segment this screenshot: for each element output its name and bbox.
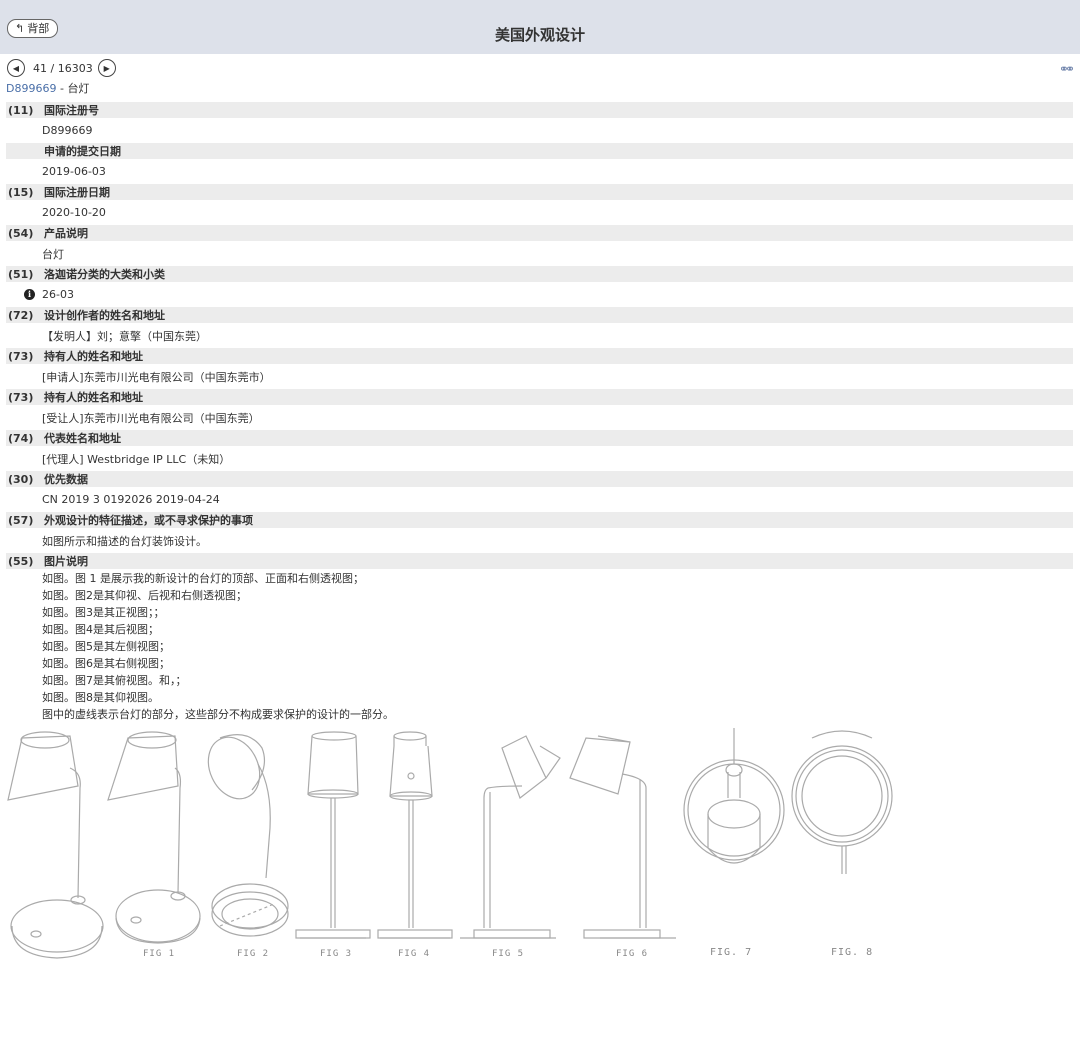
description-line: 如图。图8是其仰视图。 bbox=[42, 691, 159, 704]
image-description-text: 如图。图 1 是展示我的新设计的台灯的顶部、正面和右侧透视图； 如图。图2是其仰… bbox=[6, 569, 1073, 723]
fig1-drawing bbox=[7, 731, 104, 959]
field-designer: (72) 设计创作者的姓名和地址 【发明人】刘；意擎（中国东莞） bbox=[6, 307, 1073, 348]
field-value: 【发明人】刘；意擎（中国东莞） bbox=[42, 329, 207, 343]
description-line: 如图。图4是其后视图； bbox=[42, 623, 159, 636]
fig2-drawing bbox=[107, 731, 201, 944]
description-line: 图中的虚线表示台灯的部分，这些部分不构成要求保护的设计的一部分。 bbox=[42, 708, 394, 721]
fig4-drawing bbox=[295, 731, 371, 939]
fields-list: (11) 国际注册号 D899669 申请的提交日期 2019-06-03 (15… bbox=[6, 102, 1073, 723]
fig7-drawing bbox=[569, 735, 676, 939]
pager-position: 41 / 16303 bbox=[33, 61, 93, 75]
field-label: 外观设计的特征描述，或不寻求保护的事项 bbox=[44, 514, 253, 527]
description-line: 如图。图2是其仰视、后视和右侧透视图； bbox=[42, 589, 247, 602]
design-figures: FIG 1 FIG 2 FIG 3 FIG 4 FIG 5 FIG 6 FIG.… bbox=[0, 728, 900, 963]
fig-label: FIG. 8 bbox=[831, 947, 874, 958]
prev-page-icon: ◀ bbox=[12, 63, 20, 73]
fig3-drawing bbox=[207, 734, 289, 937]
fig8-drawing bbox=[683, 728, 785, 864]
document-subtitle: D899669 - 台灯 bbox=[6, 80, 89, 96]
field-value: [受让人]东莞市川光电有限公司（中国东莞） bbox=[42, 411, 260, 425]
header-bar: ↰ 背部 美国外观设计 bbox=[0, 0, 1080, 54]
field-value: CN 2019 3 0192026 2019-04-24 bbox=[42, 493, 220, 506]
field-priority-data: (30) 优先数据 CN 2019 3 0192026 2019-04-24 bbox=[6, 471, 1073, 512]
description-line: 如图。图7是其俯视图。和，； bbox=[42, 674, 187, 687]
field-image-description: (55) 图片说明 如图。图 1 是展示我的新设计的台灯的顶部、正面和右侧透视图；… bbox=[6, 553, 1073, 723]
pager: ◀ 41 / 16303 ▶ bbox=[7, 58, 116, 78]
field-value: 2019-06-03 bbox=[42, 165, 106, 178]
field-value: 台灯 bbox=[42, 247, 64, 261]
lamp-drawings bbox=[7, 728, 893, 959]
fig8-bottom-drawing bbox=[791, 730, 893, 874]
field-label: 国际注册日期 bbox=[44, 186, 110, 199]
field-value: [申请人]东莞市川光电有限公司（中国东莞市） bbox=[42, 370, 271, 384]
field-locarno-class: (51) 洛迦诺分类的大类和小类 i 26-03 bbox=[6, 266, 1073, 307]
info-icon[interactable]: i bbox=[24, 289, 35, 300]
field-code: (11) bbox=[8, 103, 34, 117]
field-label: 申请的提交日期 bbox=[44, 145, 121, 158]
field-reg-date: (15) 国际注册日期 2020-10-20 bbox=[6, 184, 1073, 225]
fig-label: FIG 4 bbox=[398, 949, 431, 959]
field-value: 26-03 bbox=[42, 288, 74, 301]
field-label: 优先数据 bbox=[44, 473, 88, 486]
field-code: (30) bbox=[8, 472, 34, 486]
field-label: 国际注册号 bbox=[44, 104, 99, 117]
fig-label: FIG 6 bbox=[616, 949, 649, 959]
field-filing-date: 申请的提交日期 2019-06-03 bbox=[6, 143, 1073, 184]
fig-label: FIG. 7 bbox=[710, 947, 753, 958]
link-icon[interactable]: ⚭⚭ bbox=[1059, 62, 1075, 76]
field-value: 如图所示和描述的台灯装饰设计。 bbox=[42, 534, 207, 548]
field-product-description: (54) 产品说明 台灯 bbox=[6, 225, 1073, 266]
next-page-button[interactable]: ▶ bbox=[97, 59, 116, 77]
description-line: 如图。图5是其左侧视图； bbox=[42, 640, 170, 653]
field-label: 洛迦诺分类的大类和小类 bbox=[44, 268, 165, 281]
fig5-drawing bbox=[377, 731, 453, 939]
field-code: (15) bbox=[8, 185, 34, 199]
fig-label: FIG 1 bbox=[143, 949, 176, 959]
field-code: (55) bbox=[8, 554, 34, 568]
registration-link[interactable]: D899669 bbox=[6, 82, 56, 95]
field-label: 设计创作者的姓名和地址 bbox=[44, 309, 165, 322]
product-name: 台灯 bbox=[67, 82, 90, 95]
field-value: [代理人] Westbridge IP LLC（未知） bbox=[42, 452, 231, 466]
field-label: 持有人的姓名和地址 bbox=[44, 350, 143, 363]
next-page-icon: ▶ bbox=[103, 63, 110, 73]
subtitle-separator: - bbox=[56, 82, 68, 95]
field-design-features: (57) 外观设计的特征描述，或不寻求保护的事项 如图所示和描述的台灯装饰设计。 bbox=[6, 512, 1073, 553]
fig-label: FIG 3 bbox=[320, 949, 353, 959]
description-line: 如图。图3是其正视图；； bbox=[42, 606, 165, 619]
field-representative: (74) 代表姓名和地址 [代理人] Westbridge IP LLC（未知） bbox=[6, 430, 1073, 471]
field-code: (73) bbox=[8, 349, 34, 363]
field-value: D899669 bbox=[42, 124, 93, 137]
fig-label: FIG 5 bbox=[492, 949, 525, 959]
field-code: (51) bbox=[8, 267, 34, 281]
field-international-reg-no: (11) 国际注册号 D899669 bbox=[6, 102, 1073, 143]
prev-page-button[interactable]: ◀ bbox=[7, 59, 25, 77]
field-value: 2020-10-20 bbox=[42, 206, 106, 219]
field-label: 产品说明 bbox=[44, 227, 88, 240]
fig6-drawing bbox=[460, 735, 561, 939]
field-code: (54) bbox=[8, 226, 34, 240]
fig-label: FIG 2 bbox=[237, 949, 270, 959]
description-line: 如图。图6是其右侧视图； bbox=[42, 657, 170, 670]
field-label: 持有人的姓名和地址 bbox=[44, 391, 143, 404]
description-line: 如图。图 1 是展示我的新设计的台灯的顶部、正面和右侧透视图； bbox=[42, 572, 364, 585]
field-code: (74) bbox=[8, 431, 34, 445]
field-label: 代表姓名和地址 bbox=[44, 432, 121, 445]
field-label: 图片说明 bbox=[44, 555, 88, 568]
field-code: (72) bbox=[8, 308, 34, 322]
page-title: 美国外观设计 bbox=[494, 26, 585, 44]
field-code: (73) bbox=[8, 390, 34, 404]
field-holder-assignee: (73) 持有人的姓名和地址 [受让人]东莞市川光电有限公司（中国东莞） bbox=[6, 389, 1073, 430]
field-holder-applicant: (73) 持有人的姓名和地址 [申请人]东莞市川光电有限公司（中国东莞市） bbox=[6, 348, 1073, 389]
field-code: (57) bbox=[8, 513, 34, 527]
